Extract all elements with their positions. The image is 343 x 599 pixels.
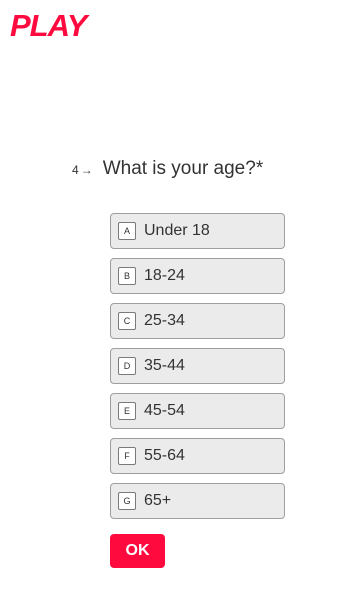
choice-key-badge: C bbox=[118, 312, 136, 330]
ok-button[interactable]: OK bbox=[110, 534, 165, 568]
choice-label: Under 18 bbox=[144, 222, 210, 239]
choice-key-badge: A bbox=[118, 222, 136, 240]
choice-label: 65+ bbox=[144, 492, 172, 509]
choice-label: 35-44 bbox=[144, 357, 185, 374]
choice-option-e[interactable]: E 45-54 bbox=[110, 393, 285, 429]
question-text: What is your age?* bbox=[102, 158, 264, 179]
choice-option-f[interactable]: F 55-64 bbox=[110, 438, 285, 474]
svg-text:PLAY: PLAY bbox=[10, 9, 91, 39]
choice-option-c[interactable]: C 25-34 bbox=[110, 303, 285, 339]
choice-label: 25-34 bbox=[144, 312, 185, 329]
choice-key-badge: B bbox=[118, 267, 136, 285]
question-number: 4 bbox=[72, 163, 79, 177]
choice-key-badge: D bbox=[118, 357, 136, 375]
choice-key-badge: E bbox=[118, 402, 136, 420]
arrow-right-icon: → bbox=[80, 163, 93, 177]
choice-label: 18-24 bbox=[144, 267, 185, 284]
choice-label: 55-64 bbox=[144, 447, 185, 464]
choice-label: 45-54 bbox=[144, 402, 185, 419]
choice-option-g[interactable]: G 65+ bbox=[110, 483, 285, 519]
choice-option-b[interactable]: B 18-24 bbox=[110, 258, 285, 294]
choice-key-badge: G bbox=[118, 492, 136, 510]
choice-list: A Under 18 B 18-24 C 25-34 D 35-44 E 45-… bbox=[110, 213, 285, 528]
question-header: 4 → What is your age?* bbox=[72, 158, 263, 180]
choice-key-badge: F bbox=[118, 447, 136, 465]
choice-option-a[interactable]: A Under 18 bbox=[110, 213, 285, 249]
play-logo: PLAY bbox=[10, 9, 92, 39]
choice-option-d[interactable]: D 35-44 bbox=[110, 348, 285, 384]
